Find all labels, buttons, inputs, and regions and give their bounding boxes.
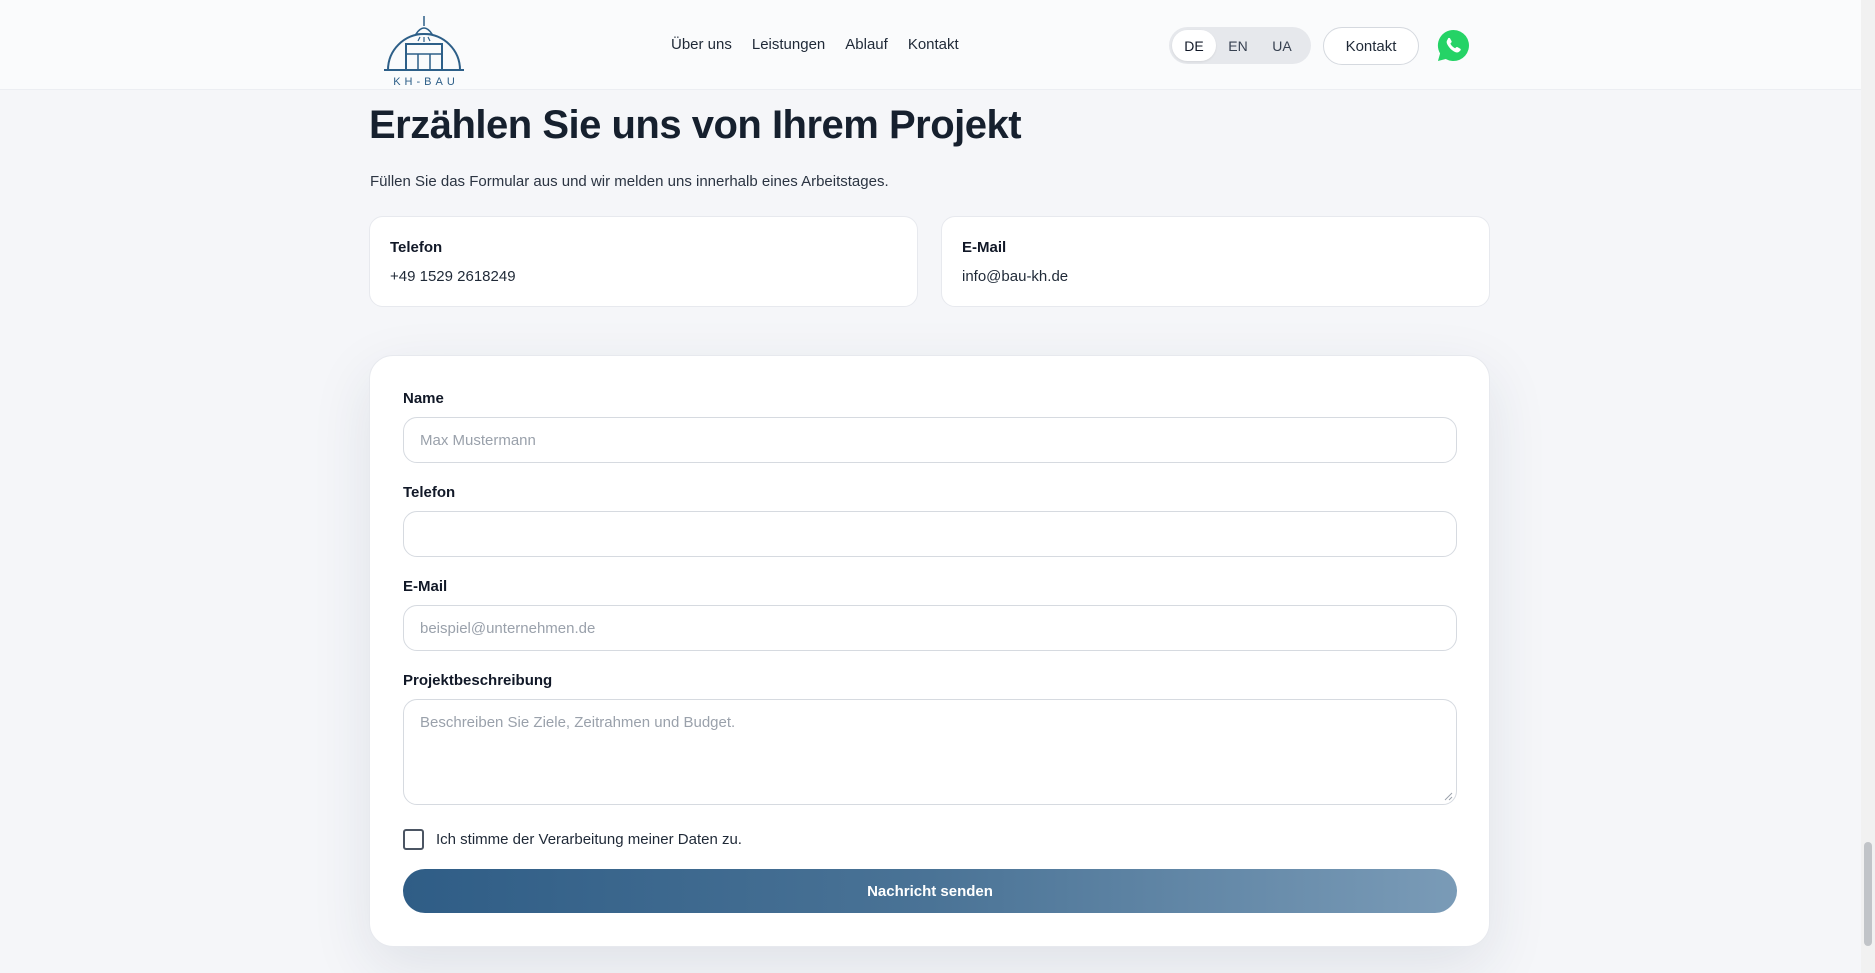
main-nav: Über uns Leistungen Ablauf Kontakt [671, 36, 959, 53]
name-label: Name [403, 390, 444, 407]
nav-item-kontakt[interactable]: Kontakt [908, 36, 959, 53]
nav-item-leistungen[interactable]: Leistungen [752, 36, 825, 53]
phone-card-label: Telefon [390, 239, 443, 256]
consent-row: Ich stimme der Verarbeitung meiner Daten… [403, 829, 742, 850]
contact-button[interactable]: Kontakt [1323, 27, 1419, 65]
consent-label[interactable]: Ich stimme der Verarbeitung meiner Daten… [436, 831, 742, 848]
lang-de[interactable]: DE [1172, 30, 1216, 61]
scrollbar[interactable] [1861, 0, 1875, 973]
nav-item-ablauf[interactable]: Ablauf [845, 36, 888, 53]
phone-card-value[interactable]: +49 1529 2618249 [390, 268, 897, 285]
phone-label: Telefon [403, 484, 456, 501]
resize-handle-icon[interactable] [1444, 792, 1453, 801]
phone-card: Telefon +49 1529 2618249 [369, 216, 918, 307]
contact-form: Name Max Mustermann Telefon E-Mail beisp… [369, 355, 1490, 947]
name-input[interactable]: Max Mustermann [403, 417, 1457, 463]
description-textarea[interactable]: Beschreiben Sie Ziele, Zeitrahmen und Bu… [403, 699, 1457, 805]
language-switcher: DE EN UA [1169, 27, 1311, 64]
email-card: E-Mail info@bau-kh.de [941, 216, 1490, 307]
email-input[interactable]: beispiel@unternehmen.de [403, 605, 1457, 651]
email-card-label: E-Mail [962, 239, 1007, 256]
logo-emblem-icon [384, 16, 464, 71]
lang-en[interactable]: EN [1216, 30, 1260, 61]
lang-ua[interactable]: UA [1260, 30, 1304, 61]
whatsapp-icon[interactable] [1436, 28, 1471, 63]
email-card-value[interactable]: info@bau-kh.de [962, 268, 1469, 285]
consent-checkbox[interactable] [403, 829, 424, 850]
page-subtitle: Füllen Sie das Formular aus und wir meld… [370, 173, 889, 190]
nav-item-ueber-uns[interactable]: Über uns [671, 36, 732, 53]
site-header: KH-BAU Über uns Leistungen Ablauf Kontak… [0, 0, 1861, 90]
submit-button[interactable]: Nachricht senden [403, 869, 1457, 913]
description-placeholder: Beschreiben Sie Ziele, Zeitrahmen und Bu… [420, 714, 736, 731]
logo[interactable]: KH-BAU [380, 6, 468, 88]
email-label: E-Mail [403, 578, 448, 595]
page-title: Erzählen Sie uns von Ihrem Projekt [369, 103, 1022, 147]
logo-text: KH-BAU [393, 76, 459, 88]
scrollbar-thumb[interactable] [1864, 842, 1872, 946]
description-label: Projektbeschreibung [403, 672, 553, 689]
phone-input[interactable] [403, 511, 1457, 557]
